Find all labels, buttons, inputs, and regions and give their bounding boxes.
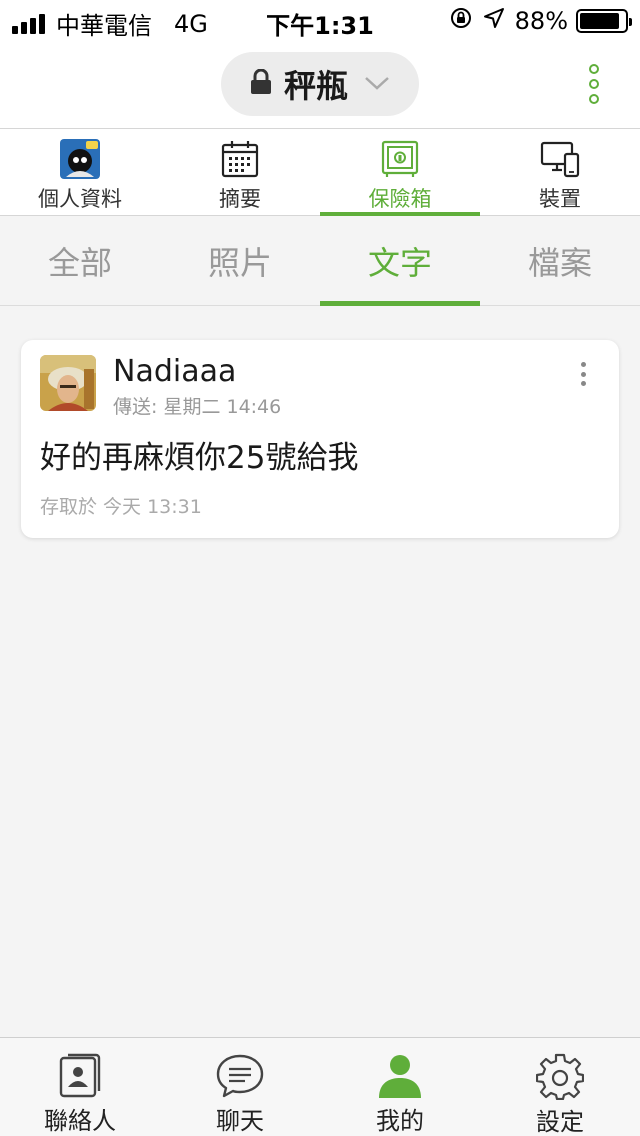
nav-chat[interactable]: 聊天	[160, 1038, 320, 1136]
lock-icon	[250, 68, 272, 99]
location-arrow-icon	[483, 7, 505, 35]
header: 秤瓶	[0, 40, 640, 128]
avatar[interactable]	[40, 355, 96, 411]
tab-label: 摘要	[219, 187, 261, 211]
message-text: 好的再麻煩你25號給我	[40, 440, 359, 476]
tab-summary[interactable]: 摘要	[160, 129, 320, 215]
nav-label: 設定	[536, 1108, 584, 1136]
tab-devices[interactable]: 裝置	[480, 129, 640, 215]
battery-icon	[576, 9, 632, 33]
battery-percent: 88%	[514, 7, 568, 35]
subtab-text[interactable]: 文字	[320, 216, 480, 306]
tab-safe[interactable]: 保險箱	[320, 129, 480, 216]
subtab-photos[interactable]: 照片	[160, 216, 320, 305]
orientation-lock-icon	[449, 6, 473, 36]
tab-label: 個人資料	[38, 187, 122, 211]
calendar-icon	[221, 139, 259, 179]
top-tab-bar: 個人資料 摘要 保險箱 裝置	[0, 128, 640, 216]
battery-fill	[580, 13, 619, 29]
bottom-nav: 聯絡人 聊天 我的 設定	[0, 1037, 640, 1136]
tab-label: 保險箱	[368, 187, 432, 211]
safe-icon	[381, 139, 419, 179]
saved-time: 存取於 今天 13:31	[40, 496, 202, 518]
devices-icon	[540, 139, 580, 179]
status-bar: 中華電信 4G 下午1:31 88%	[0, 0, 640, 40]
tab-label: 裝置	[539, 187, 581, 211]
app-screen: 中華電信 4G 下午1:31 88% 秤瓶 個人資料 摘要 保險箱 裝置 全部 …	[0, 0, 640, 1136]
nav-label: 我的	[376, 1107, 424, 1135]
title-dropdown[interactable]: 秤瓶	[221, 52, 419, 116]
sender-name: Nadiaaa	[113, 354, 237, 389]
person-icon	[377, 1052, 423, 1099]
sub-tab-bar: 全部 照片 文字 檔案	[0, 216, 640, 306]
chat-icon	[215, 1052, 265, 1099]
tab-profile[interactable]: 個人資料	[0, 129, 160, 215]
page-title: 秤瓶	[283, 67, 348, 105]
nav-me[interactable]: 我的	[320, 1038, 480, 1136]
nav-settings[interactable]: 設定	[480, 1038, 640, 1136]
subtab-all[interactable]: 全部	[0, 216, 160, 305]
settings-gear-icon	[536, 1052, 584, 1100]
nav-label: 聯絡人	[44, 1107, 116, 1135]
status-right: 88%	[449, 6, 632, 36]
saved-message-card[interactable]: Nadiaaa 傳送: 星期二 14:46 好的再麻煩你25號給我 存取於 今天…	[21, 340, 619, 538]
nav-label: 聊天	[216, 1107, 264, 1135]
contacts-icon	[58, 1052, 102, 1099]
nav-contacts[interactable]: 聯絡人	[0, 1038, 160, 1136]
profile-avatar-icon	[60, 139, 100, 179]
card-more-icon[interactable]	[581, 362, 587, 386]
more-vertical-icon[interactable]	[588, 64, 600, 104]
subtab-files[interactable]: 檔案	[480, 216, 640, 305]
chevron-down-icon	[364, 75, 390, 94]
sent-time: 傳送: 星期二 14:46	[113, 396, 282, 418]
